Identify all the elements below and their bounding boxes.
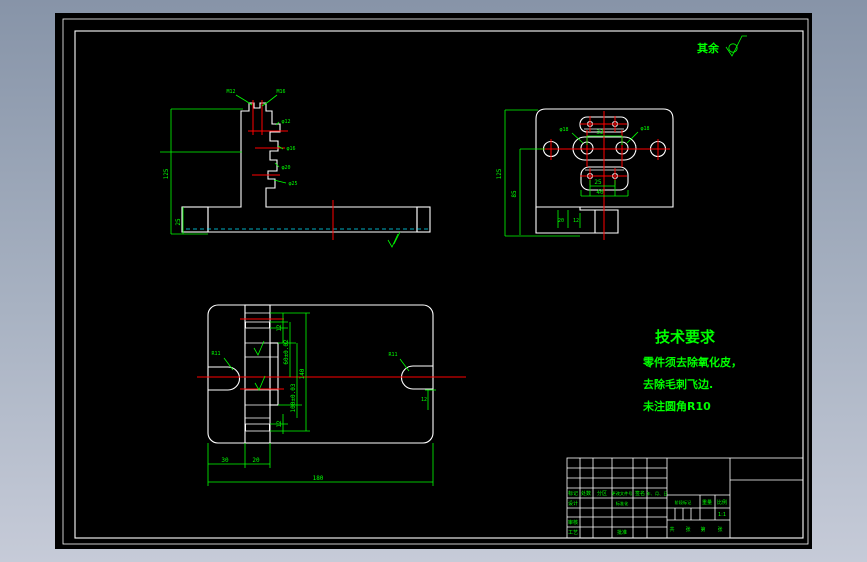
dim-rib-5: 12 — [276, 420, 283, 428]
dim-bottom-2: 20 — [252, 457, 260, 464]
step-callout-2: φ16 — [286, 146, 295, 152]
dim-step-2: 12 — [573, 218, 579, 224]
tb-process: 工艺 — [568, 530, 578, 536]
dim-boss-width: 40 — [596, 189, 604, 196]
step-callout-3: φ20 — [281, 165, 290, 171]
tb-count: 处数 — [581, 490, 591, 497]
tb-weight: 重量 — [702, 499, 712, 506]
tech-title: 技术要求 — [655, 328, 716, 346]
dim-rib-3: 140 — [299, 368, 306, 379]
hole-callout-right: φ18 — [640, 126, 649, 132]
tb-mark: 标记 — [568, 490, 578, 497]
step-callout-4: φ25 — [288, 181, 297, 187]
tb-stage: 阶段标记 — [675, 499, 693, 506]
dim-bottom-1: 30 — [221, 457, 229, 464]
tb-zone: 分区 — [597, 490, 607, 497]
tb-sheet-total: 共 — [669, 526, 674, 533]
radius-callout-right: R11 — [388, 352, 397, 358]
tb-sheet-unit2: 张 — [717, 526, 722, 533]
tb-date: 年、月、日 — [647, 490, 668, 497]
dim-step-1: 20 — [558, 218, 564, 224]
rest-label: 其余 — [697, 41, 720, 55]
rib-gap-top — [245, 321, 270, 329]
dim-plate-height: 125 — [496, 168, 503, 179]
drawing-sheet: 其余 125 25 M12 M16 φ12 φ16 φ20 φ25 125 85… — [55, 13, 812, 549]
tb-sheet-no: 第 — [700, 526, 705, 533]
paper — [55, 13, 812, 549]
dim-base-height: 25 — [175, 218, 182, 226]
rib-gap-bottom — [245, 423, 270, 432]
dim-height: 125 — [163, 168, 170, 179]
dim-hole-span: 32 — [596, 129, 604, 136]
dim-boss-holes: 25 — [594, 179, 602, 186]
dim-overall-width: 180 — [313, 475, 324, 482]
tb-standardize: 标准化 — [616, 500, 629, 507]
dim-plate-partial: 85 — [511, 190, 518, 198]
dim-rib-4: 100±0.03 — [290, 383, 297, 412]
tb-design: 设计 — [568, 500, 578, 507]
hole-callout-left: φ18 — [559, 127, 568, 133]
tech-line-1: 零件须去除氧化皮， — [642, 355, 742, 369]
tech-line-3: 未注圆角R10 — [642, 399, 711, 413]
tb-scale-value: 1:1 — [718, 512, 726, 518]
step-callout-1: φ12 — [281, 119, 290, 125]
tb-sheet-unit1: 张 — [685, 526, 690, 533]
tb-changefile: 更改文件号 — [612, 490, 633, 497]
tech-line-2: 去除毛刺飞边. — [643, 377, 713, 391]
dim-rib-1: 12 — [276, 324, 283, 332]
thread-callout-2: M16 — [276, 89, 285, 95]
tb-scale: 比例 — [717, 499, 727, 506]
dim-notch: 12 — [421, 397, 427, 403]
tb-check: 审核 — [568, 519, 578, 526]
thread-callout-1: M12 — [226, 89, 235, 95]
dim-rib-2: 60±0.02 — [283, 339, 290, 365]
radius-callout-left: R11 — [211, 351, 220, 357]
tb-approve: 批准 — [617, 529, 627, 536]
cad-viewport: 其余 125 25 M12 M16 φ12 φ16 φ20 φ25 125 85… — [0, 0, 867, 562]
tb-signature: 签名 — [635, 490, 645, 497]
